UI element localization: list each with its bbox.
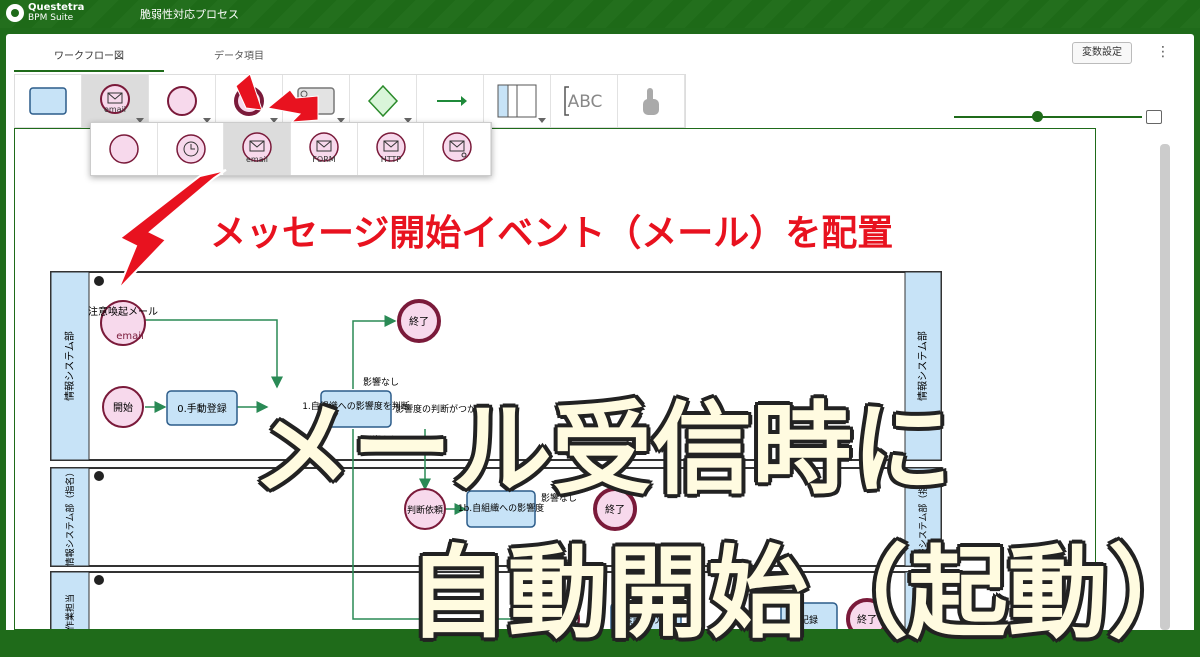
subpalette-email-start[interactable]: email <box>224 123 292 175</box>
node-task-0-label: 0.手動登録 <box>177 402 227 415</box>
lane-1-label: 情報システム部 <box>63 331 76 401</box>
node-end-1-label: 終了 <box>409 315 429 328</box>
subpalette-webhook-start[interactable] <box>424 123 492 175</box>
top-bar: Questetra BPM Suite 脆弱性対応プロセス <box>0 0 1200 28</box>
variable-settings-button[interactable]: 変数設定 <box>1072 42 1132 64</box>
lane-2-user-icon <box>94 471 104 481</box>
brand-name: Questetra <box>28 2 85 13</box>
message-start-submenu: email FORM HTTP <box>90 122 492 176</box>
tab-bar: ワークフロー図 データ項目 <box>14 42 314 72</box>
fit-screen-icon[interactable] <box>1146 110 1162 124</box>
subpalette-start-event[interactable] <box>91 123 158 175</box>
tab-workflow[interactable]: ワークフロー図 <box>14 42 164 72</box>
node-mail-start-sub: email <box>116 331 144 342</box>
palette-task[interactable] <box>15 75 82 127</box>
subpalette-form-label: FORM <box>312 155 335 164</box>
palette-text-label: ABC <box>568 92 603 112</box>
more-menu-icon[interactable]: ⋮ <box>1156 44 1170 60</box>
lane-3-user-icon <box>94 575 104 585</box>
palette-service-task[interactable] <box>283 75 350 127</box>
app-title: 脆弱性対応プロセス <box>140 8 239 21</box>
palette-hand-tool[interactable] <box>618 75 685 127</box>
subpalette-email-label: email <box>246 155 268 164</box>
subpalette-form-start[interactable]: FORM <box>291 123 358 175</box>
headline-1: メール受信時に <box>252 391 952 508</box>
node-start-label: 開始 <box>113 401 133 414</box>
palette-message-start[interactable]: email <box>82 75 149 127</box>
subpalette-http-label: HTTP <box>380 155 401 164</box>
lane-2-label: 情報システム部（指名） <box>64 468 76 567</box>
palette-end-event[interactable] <box>216 75 283 127</box>
callout-text: メッセージ開始イベント（メール）を配置 <box>210 213 894 254</box>
questetra-logo: Questetra BPM Suite <box>6 3 84 23</box>
node-mail-start-label: 注意喚起メール <box>88 305 158 318</box>
questetra-logo-icon <box>6 4 24 22</box>
subpalette-http-start[interactable]: HTTP <box>358 123 425 175</box>
palette-flow-arrow[interactable] <box>417 75 484 127</box>
palette-email-label: email <box>104 105 126 114</box>
headline-2: 自動開始（起動） <box>408 535 1200 652</box>
subpalette-timer-start[interactable] <box>158 123 225 175</box>
tab-data-items[interactable]: データ項目 <box>164 42 314 72</box>
palette-start-event[interactable] <box>149 75 216 127</box>
zoom-slider-knob[interactable] <box>1032 111 1043 122</box>
lane-1-user-icon <box>94 276 104 286</box>
element-palette: email ABC <box>14 74 686 128</box>
brand-sub: BPM Suite <box>28 13 74 23</box>
zoom-slider[interactable] <box>954 116 1142 118</box>
lane-3-label: 作業担当 <box>64 594 76 629</box>
palette-gateway[interactable] <box>350 75 417 127</box>
palette-text-annotation[interactable]: ABC <box>551 75 618 127</box>
palette-swimlane[interactable] <box>484 75 551 127</box>
